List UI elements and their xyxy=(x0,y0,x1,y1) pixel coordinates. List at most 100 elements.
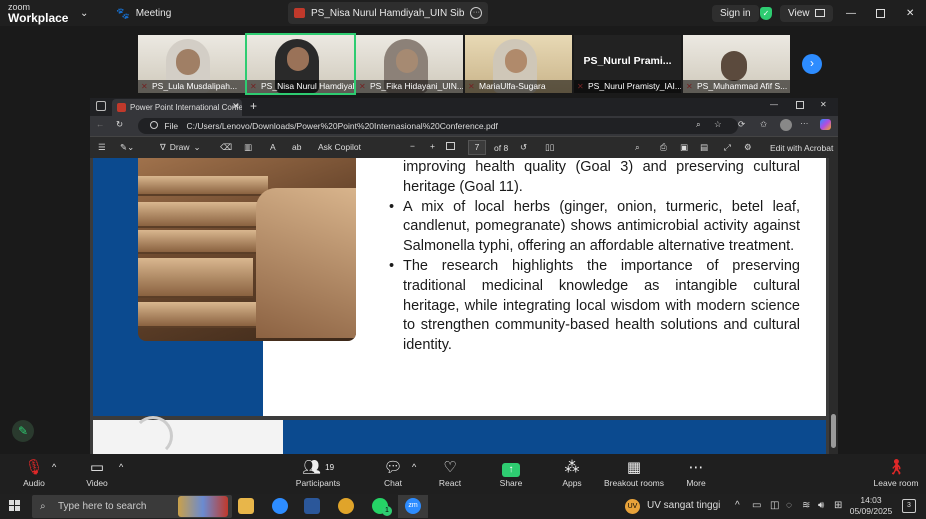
view-button[interactable]: View xyxy=(780,3,833,23)
minimize-button[interactable]: — xyxy=(846,0,856,26)
video-tile[interactable]: ✕ PS_Muhammad Afif S... xyxy=(683,35,790,93)
close-tab-icon[interactable]: ✕ xyxy=(232,101,240,112)
apps-button[interactable]: ⁂ Apps xyxy=(542,458,602,488)
share-title: PS_Nisa Nurul Hamdiyah_UIN Sib xyxy=(311,7,465,19)
meeting-label: Meeting xyxy=(135,7,172,19)
browser-tab[interactable]: Power Point International Confere... xyxy=(112,99,242,116)
sign-in-button[interactable]: Sign in xyxy=(712,3,759,23)
bullet-item: The research highlights the importance o… xyxy=(389,257,800,356)
uv-badge[interactable]: UV xyxy=(625,499,640,514)
camera-tray-icon[interactable]: ◫ xyxy=(770,500,779,511)
video-tile[interactable]: ✕ PS_Fika Hidayani_UIN... xyxy=(356,35,463,93)
logo-dropdown[interactable]: ⌄ xyxy=(80,0,88,26)
profile-avatar[interactable] xyxy=(780,119,792,131)
chat-label: Chat xyxy=(384,478,402,488)
edit-with-acrobat-button[interactable]: Edit with Acrobat xyxy=(770,143,833,153)
weather-text[interactable]: UV sangat tinggi xyxy=(647,500,720,511)
breakout-rooms-button[interactable]: ▦ Breakout rooms xyxy=(598,458,670,488)
zoom-app-icon: zm xyxy=(405,498,421,514)
url-field[interactable]: File C:/Users/Lenovo/Downloads/Power%20P… xyxy=(138,118,738,134)
share-title-pill[interactable]: PS_Nisa Nurul Hamdiyah_UIN Sib ··· xyxy=(288,2,489,24)
video-button[interactable]: ▭ Video xyxy=(67,458,127,488)
breakout-rooms-icon: ▦ xyxy=(626,459,642,476)
search-icon[interactable]: ⌕ xyxy=(635,142,640,153)
zoom-title-bar: zoom Workplace ⌄ 🐾 Meeting PS_Nisa Nurul… xyxy=(0,0,926,26)
ask-copilot-button[interactable]: Ask Copilot xyxy=(318,142,361,152)
share-button[interactable]: ↑ Share xyxy=(481,458,541,488)
whatsapp-badge: 1 xyxy=(382,506,392,516)
favorite-icon[interactable]: ☆ xyxy=(714,119,722,130)
back-icon[interactable]: ← xyxy=(96,119,105,129)
close-button[interactable]: ✕ xyxy=(906,0,914,26)
wifi-icon[interactable]: ≋ xyxy=(802,500,810,511)
draw-button[interactable]: ∇ Draw ⌄ xyxy=(160,142,201,153)
refresh-icon[interactable]: ↻ xyxy=(116,119,123,130)
browser-maximize-icon[interactable] xyxy=(796,101,804,109)
edge-icon[interactable] xyxy=(272,498,288,514)
video-label: Video xyxy=(86,478,108,488)
next-page-button[interactable]: › xyxy=(802,54,822,74)
video-gallery-strip: ✕ PS_Lula Musdalipah... ✕ PS_Nisa Nurul … xyxy=(0,26,926,98)
highlight-icon[interactable]: ✎⌄ xyxy=(120,142,134,153)
settings-icon[interactable]: ⚙ xyxy=(744,142,752,153)
new-tab-icon[interactable]: + xyxy=(250,99,257,113)
browser-minimize-icon[interactable]: — xyxy=(770,100,778,109)
more-button[interactable]: ⋯ More xyxy=(666,458,726,488)
chat-options-caret[interactable]: ^ xyxy=(412,462,416,472)
fullscreen-icon[interactable]: ⤢ xyxy=(724,142,731,153)
eraser-icon[interactable]: ⌫ xyxy=(220,142,232,153)
copilot-icon[interactable] xyxy=(820,119,831,130)
pdf-scrollbar[interactable] xyxy=(829,158,838,454)
chrome-icon[interactable] xyxy=(338,498,354,514)
hidden-icons-chevron[interactable]: ^ xyxy=(735,500,740,511)
contents-icon[interactable]: ☰ xyxy=(98,142,106,153)
favorites-bar-icon[interactable]: ✩ xyxy=(760,119,767,130)
more-menu-icon[interactable]: ··· xyxy=(800,118,809,128)
pdf-viewport[interactable]: improving health quality (Goal 3) and pr… xyxy=(90,158,838,454)
share-thumbnail-icon xyxy=(294,8,305,18)
scrollbar-thumb[interactable] xyxy=(831,414,836,448)
word-icon[interactable] xyxy=(304,498,320,514)
meeting-menu[interactable]: 🐾 Meeting xyxy=(116,0,171,26)
video-options-caret[interactable]: ^ xyxy=(119,462,123,472)
language-icon[interactable]: ⊞ xyxy=(834,500,842,511)
participants-button[interactable]: 👥︎ 19 Participants xyxy=(288,458,348,488)
read-aloud-icon[interactable]: A xyxy=(270,142,276,152)
video-tile-active-speaker[interactable]: ✕ PS_Nisa Nurul Hamdiyah... xyxy=(245,33,356,95)
video-tile[interactable]: ✕ PS_Lula Musdalipah... xyxy=(138,35,245,93)
windows-start-icon[interactable] xyxy=(9,500,21,512)
react-button[interactable]: ♡ React xyxy=(420,458,480,488)
browser-tab-bar: Power Point International Confere... ✕ +… xyxy=(90,98,838,116)
zoom-taskbar-button[interactable]: zm xyxy=(398,495,428,518)
translate-icon[interactable]: ab xyxy=(292,142,301,152)
leave-room-button[interactable]: 🚶︎ Leave room xyxy=(866,458,926,488)
network-icon[interactable]: ◌ xyxy=(786,500,792,511)
zoom-page-icon[interactable]: ⌕ xyxy=(696,119,701,130)
file-explorer-icon[interactable] xyxy=(238,498,254,514)
zoom-out-icon[interactable]: − xyxy=(410,141,415,151)
page-number-input[interactable]: 7 xyxy=(468,140,486,155)
extensions-icon[interactable]: ⟳ xyxy=(738,119,745,130)
volume-icon[interactable]: 🔊︎ xyxy=(818,500,824,511)
chevron-down-icon: ⌄ xyxy=(80,7,89,19)
rotate-icon[interactable]: ↺ xyxy=(520,142,527,153)
browser-close-icon[interactable]: ✕ xyxy=(820,100,827,109)
fit-page-icon[interactable] xyxy=(446,142,455,150)
save-icon[interactable]: ▣ xyxy=(680,142,688,153)
video-tile-camera-off[interactable]: PS_Nurul Prami... ✕ PS_Nurul Pramisty_IA… xyxy=(574,35,681,93)
audio-options-caret[interactable]: ^ xyxy=(52,462,56,472)
participant-name: PS_Fika Hidayani_UIN... xyxy=(356,80,463,93)
print-icon[interactable]: ⎙ xyxy=(660,142,667,153)
maximize-button[interactable] xyxy=(876,0,885,26)
view-mode-icon[interactable]: ▥ xyxy=(244,142,252,153)
tab-actions-icon[interactable] xyxy=(96,101,106,111)
page-view-icon[interactable]: ▯▯ xyxy=(545,142,554,153)
system-clock[interactable]: 14:03 05/09/2025 xyxy=(846,495,896,517)
save-as-icon[interactable]: ▤ xyxy=(700,142,708,153)
notification-center-icon[interactable]: 3 xyxy=(902,499,916,513)
battery-icon[interactable]: ▭ xyxy=(752,500,761,511)
zoom-in-icon[interactable]: + xyxy=(430,141,435,151)
leave-room-label: Leave room xyxy=(873,478,919,488)
video-tile[interactable]: ✕ MariaUlfa-Sugara xyxy=(465,35,572,93)
annotate-pencil-icon[interactable]: ✎ xyxy=(12,420,34,442)
